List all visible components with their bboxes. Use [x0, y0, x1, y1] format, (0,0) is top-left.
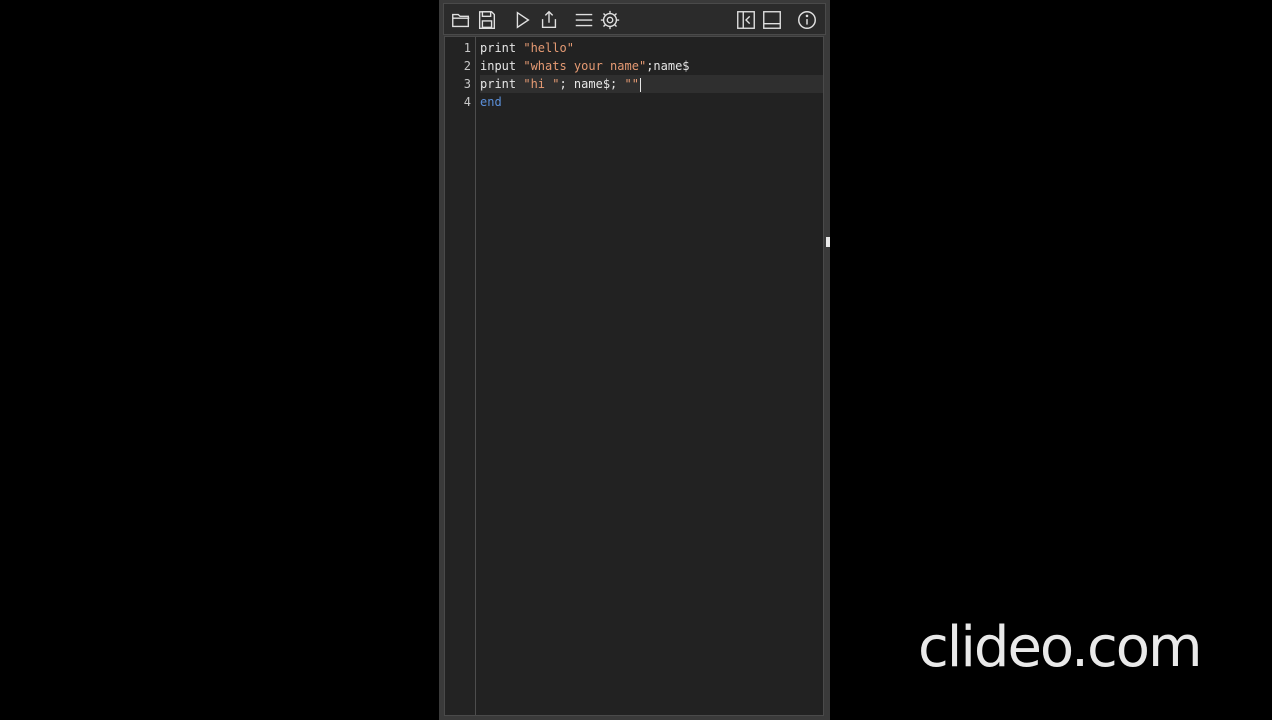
- collapse-panel-icon: [737, 11, 755, 29]
- toolbar: [443, 3, 826, 35]
- save-icon: [478, 11, 496, 29]
- open-folder-button[interactable]: [448, 7, 474, 33]
- watermark-logo: clideo.com: [918, 615, 1203, 680]
- open-folder-icon: [452, 13, 470, 28]
- share-icon: [541, 10, 557, 29]
- line-number: 2: [463, 59, 471, 73]
- code-keyword: print: [480, 41, 524, 55]
- info-button[interactable]: [794, 7, 820, 33]
- code-string: "hello": [523, 41, 574, 55]
- line-number: 4: [463, 95, 471, 109]
- line-number-gutter: 1 2 3 4: [445, 37, 476, 715]
- code-keyword-end: end: [480, 95, 502, 109]
- code-line[interactable]: print "hello": [480, 39, 823, 57]
- info-icon: [798, 11, 816, 29]
- run-button[interactable]: [509, 7, 535, 33]
- code-text: ; name$;: [559, 77, 625, 91]
- code-keyword: input: [480, 59, 524, 73]
- menu-button[interactable]: [571, 7, 597, 33]
- settings-button[interactable]: [597, 7, 623, 33]
- save-button[interactable]: [474, 7, 500, 33]
- line-number: 3: [463, 77, 471, 91]
- code-string: "hi ": [523, 77, 560, 91]
- settings-icon: [600, 10, 620, 30]
- run-icon: [516, 11, 530, 29]
- line-number: 1: [463, 41, 471, 55]
- code-string: "whats your name": [523, 59, 647, 73]
- code-editor[interactable]: 1 2 3 4 print "hello" input "whats your …: [444, 36, 824, 716]
- share-button[interactable]: [536, 7, 562, 33]
- scrollbar-handle[interactable]: [826, 237, 830, 247]
- code-string: "": [624, 77, 639, 91]
- menu-icon: [575, 13, 593, 27]
- code-line[interactable]: end: [480, 93, 823, 111]
- code-keyword: print: [480, 77, 524, 91]
- bottom-panel-icon: [763, 11, 781, 29]
- bottom-panel-button[interactable]: [759, 7, 785, 33]
- text-caret: [639, 77, 641, 92]
- code-text: ;name$: [646, 59, 690, 73]
- collapse-panel-button[interactable]: [733, 7, 759, 33]
- code-line-active[interactable]: print "hi "; name$; "": [480, 75, 823, 93]
- code-line[interactable]: input "whats your name";name$: [480, 57, 823, 75]
